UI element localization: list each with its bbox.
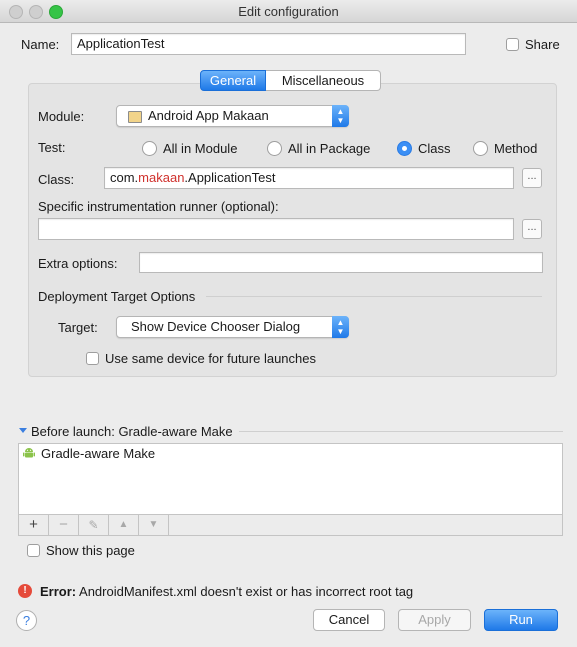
runner-label: Specific instrumentation runner (optiona… xyxy=(38,199,279,214)
folder-icon xyxy=(128,111,142,123)
module-select[interactable]: Android App Makaan ▲ ▼ xyxy=(116,105,349,127)
remove-button[interactable]: − xyxy=(49,515,79,535)
before-launch-divider xyxy=(239,431,563,432)
class-label: Class: xyxy=(38,172,75,187)
edit-pencil-icon[interactable]: ✎ xyxy=(79,515,109,535)
class-value-suffix: .ApplicationTest xyxy=(184,170,276,185)
extra-options-input[interactable] xyxy=(139,252,543,273)
runner-browse-button[interactable]: ... xyxy=(522,219,542,239)
class-value-prefix: com. xyxy=(110,170,139,185)
before-launch-header[interactable]: Before launch: Gradle-aware Make xyxy=(31,424,233,439)
deployment-divider xyxy=(206,296,542,297)
collapse-triangle-icon[interactable] xyxy=(19,428,27,433)
target-select[interactable]: Show Device Chooser Dialog ▲ ▼ xyxy=(116,316,349,338)
same-device-label: Use same device for future launches xyxy=(105,351,316,366)
tab-general[interactable]: General xyxy=(200,70,266,91)
error-message: Error: AndroidManifest.xml doesn't exist… xyxy=(40,584,413,599)
share-label: Share xyxy=(525,37,560,52)
chevron-updown-icon: ▲ ▼ xyxy=(332,316,349,338)
class-browse-button[interactable]: ... xyxy=(522,168,542,188)
radio-class-label: Class xyxy=(418,141,451,156)
module-label: Module: xyxy=(38,109,85,124)
share-checkbox[interactable] xyxy=(506,38,519,51)
show-page-label: Show this page xyxy=(46,543,135,558)
test-label: Test: xyxy=(38,140,66,155)
error-prefix: Error: xyxy=(40,584,77,599)
name-input[interactable]: ApplicationTest xyxy=(71,33,466,55)
extra-options-label: Extra options: xyxy=(38,256,118,271)
error-icon: ! xyxy=(18,584,32,598)
radio-method-label: Method xyxy=(494,141,538,156)
deployment-section-label: Deployment Target Options xyxy=(38,289,196,304)
class-input[interactable]: com.makaan.ApplicationTest xyxy=(104,167,514,189)
name-label: Name: xyxy=(21,37,60,52)
radio-class[interactable] xyxy=(397,141,412,156)
target-value: Show Device Chooser Dialog xyxy=(131,319,301,334)
move-down-icon[interactable]: ▼ xyxy=(139,515,169,535)
module-value: Android App Makaan xyxy=(148,108,269,123)
apply-button[interactable]: Apply xyxy=(398,609,471,631)
cancel-button[interactable]: Cancel xyxy=(313,609,385,631)
radio-all-in-package[interactable] xyxy=(267,141,282,156)
move-up-icon[interactable]: ▲ xyxy=(109,515,139,535)
radio-all-in-package-label: All in Package xyxy=(288,141,371,156)
chevron-updown-icon: ▲ ▼ xyxy=(332,105,349,127)
show-page-checkbox[interactable] xyxy=(27,544,40,557)
radio-all-in-module[interactable] xyxy=(142,141,157,156)
same-device-checkbox[interactable] xyxy=(86,352,99,365)
android-icon xyxy=(22,446,36,460)
error-text: AndroidManifest.xml doesn't exist or has… xyxy=(79,584,414,599)
help-button[interactable]: ? xyxy=(16,610,37,631)
target-label: Target: xyxy=(58,320,98,335)
add-button[interactable]: + xyxy=(19,515,49,535)
run-button[interactable]: Run xyxy=(484,609,558,631)
runner-input[interactable] xyxy=(38,218,514,240)
before-launch-toolbar: + − ✎ ▲ ▼ xyxy=(18,514,563,536)
radio-method[interactable] xyxy=(473,141,488,156)
radio-all-in-module-label: All in Module xyxy=(163,141,238,156)
class-value-highlight: makaan xyxy=(138,170,185,185)
list-item[interactable]: Gradle-aware Make xyxy=(41,446,155,461)
tab-miscellaneous[interactable]: Miscellaneous xyxy=(266,70,381,91)
window-title: Edit configuration xyxy=(238,4,339,19)
